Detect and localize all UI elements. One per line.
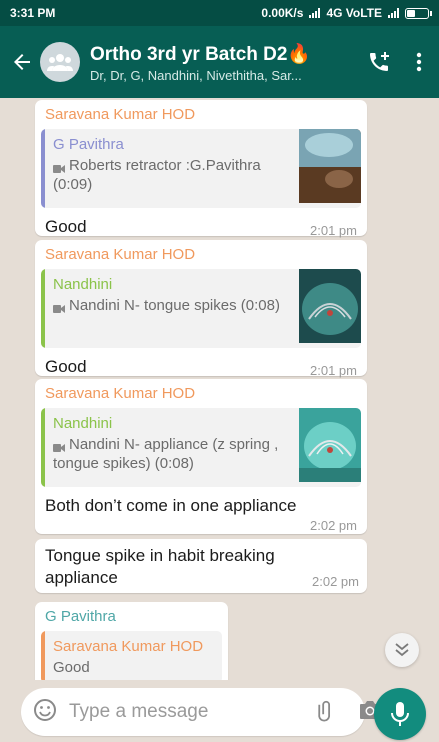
message-text: Good xyxy=(45,217,87,236)
quoted-message[interactable]: Nandhini Nandini N- tongue spikes (0:08) xyxy=(41,269,361,348)
more-vert-icon[interactable] xyxy=(399,42,439,82)
status-time: 3:31 PM xyxy=(10,6,56,20)
message-bubble[interactable]: Saravana Kumar HOD Nandhini Nandini N- a… xyxy=(35,379,367,534)
group-members: Dr, Dr, G, Nandhini, Nivethitha, Sar... xyxy=(90,67,302,83)
video-thumbnail[interactable] xyxy=(299,408,361,487)
arrow-left-icon[interactable] xyxy=(6,46,38,78)
group-avatar-icon[interactable] xyxy=(40,42,80,82)
quote-content: Nandhini Nandini N- appliance (z spring … xyxy=(45,408,299,487)
quoted-message[interactable]: Nandhini Nandini N- appliance (z spring … xyxy=(41,408,361,487)
message-body: Good 2:01 pm xyxy=(41,208,361,242)
chat-titles[interactable]: Ortho 3rd yr Batch D2🔥 Dr, Dr, G, Nandhi… xyxy=(90,42,359,83)
battery-icon xyxy=(405,7,432,19)
video-icon xyxy=(53,300,65,314)
quote-content: Saravana Kumar HOD Good xyxy=(45,631,222,680)
message-body: Both don’t come in one appliance 2:02 pm xyxy=(41,487,361,537)
message-input[interactable] xyxy=(69,701,314,723)
quote-text: Good xyxy=(53,659,90,676)
quote-text: Nandini N- appliance (z spring , tongue … xyxy=(53,436,279,472)
message-composer[interactable] xyxy=(21,688,380,736)
message-text: Good xyxy=(45,357,87,376)
message-bubble[interactable]: Tongue spike in habit breaking appliance… xyxy=(35,539,367,593)
quoted-message[interactable]: G Pavithra Roberts retractor :G.Pavithra… xyxy=(41,129,361,208)
message-text: Tongue spike in habit breaking appliance xyxy=(45,546,275,587)
message-bubble[interactable]: Saravana Kumar HOD G Pavithra Roberts re… xyxy=(35,100,367,238)
message-time: 2:02 pm xyxy=(310,518,357,533)
message-time: 2:01 pm xyxy=(310,223,357,238)
quoted-message[interactable]: Saravana Kumar HOD Good xyxy=(41,631,222,680)
chat-area[interactable]: Saravana Kumar HOD G Pavithra Roberts re… xyxy=(0,98,439,680)
quote-author: G Pavithra xyxy=(53,136,124,153)
group-name: Ortho 3rd yr Batch D2🔥 xyxy=(90,43,312,65)
signal-icon xyxy=(309,8,321,18)
message-sender: Saravana Kumar HOD xyxy=(45,246,196,263)
signal-icon-2 xyxy=(388,8,399,18)
message-time: 2:02 pm xyxy=(312,574,359,589)
double-chevron-down-icon[interactable] xyxy=(385,633,419,667)
quote-text: Nandini N- tongue spikes (0:08) xyxy=(69,297,280,314)
status-bar: 3:31 PM 0.00K/s 4G VoLTE xyxy=(0,0,439,26)
video-thumbnail[interactable] xyxy=(299,129,361,208)
network-speed: 0.00K/s xyxy=(261,6,304,20)
quote-text: Roberts retractor :G.Pavithra (0:09) xyxy=(53,157,261,193)
chat-header: Ortho 3rd yr Batch D2🔥 Dr, Dr, G, Nandhi… xyxy=(0,26,439,98)
message-bubble[interactable]: Saravana Kumar HOD Nandhini Nandini N- t… xyxy=(35,240,367,378)
quote-content: G Pavithra Roberts retractor :G.Pavithra… xyxy=(45,129,299,208)
carrier-label: 4G VoLTE xyxy=(326,6,382,20)
message-sender: G Pavithra xyxy=(45,608,116,625)
add-call-icon[interactable] xyxy=(359,42,399,82)
message-bubble[interactable]: G Pavithra Saravana Kumar HOD Good xyxy=(35,602,228,680)
quote-author: Saravana Kumar HOD xyxy=(53,638,204,655)
message-sender: Saravana Kumar HOD xyxy=(45,106,196,123)
composer-bar xyxy=(0,680,439,742)
video-icon xyxy=(53,160,65,174)
emoji-icon[interactable] xyxy=(33,698,57,727)
message-sender: Saravana Kumar HOD xyxy=(45,385,196,402)
status-right: 0.00K/s 4G VoLTE xyxy=(261,6,432,20)
paperclip-icon[interactable] xyxy=(314,698,338,727)
video-icon xyxy=(53,439,65,453)
quote-content: Nandhini Nandini N- tongue spikes (0:08) xyxy=(45,269,299,348)
quote-author: Nandhini xyxy=(53,415,113,432)
video-thumbnail[interactable] xyxy=(299,269,361,348)
message-body: Good 2:01 pm xyxy=(41,348,361,382)
message-text: Both don’t come in one appliance xyxy=(45,496,297,515)
quote-author: Nandhini xyxy=(53,276,113,293)
mic-icon[interactable] xyxy=(374,688,426,740)
